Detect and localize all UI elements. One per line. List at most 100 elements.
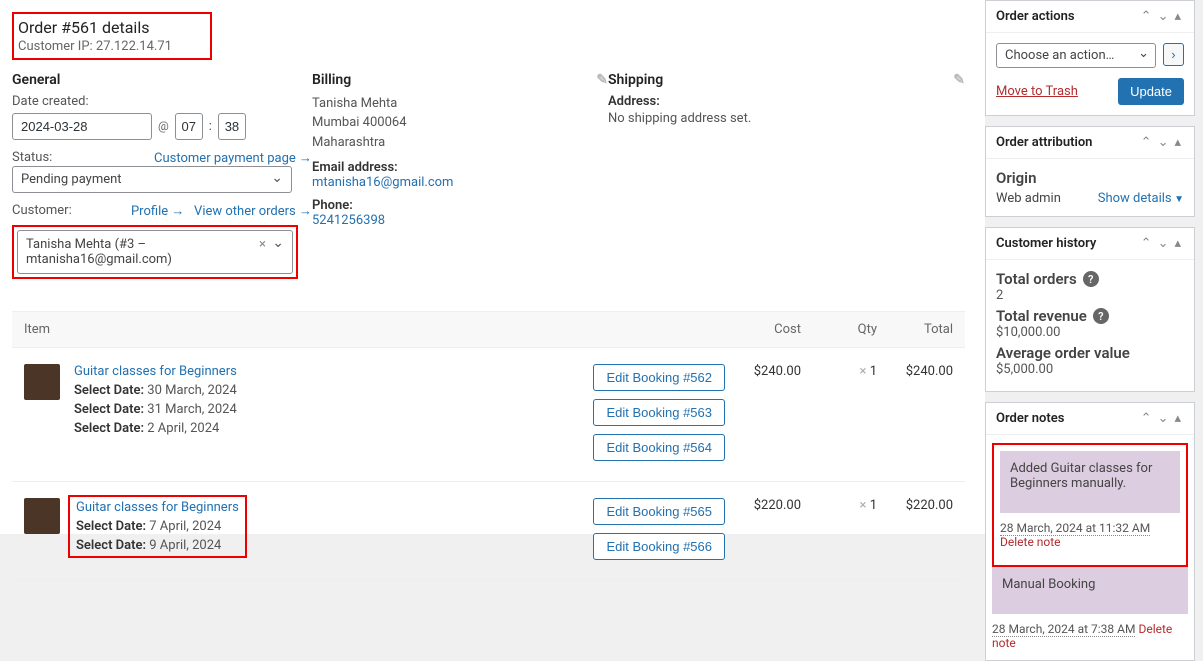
shipping-heading: Shipping (608, 72, 663, 88)
col-total: Total (877, 322, 953, 337)
edit-booking-button[interactable]: Edit Booking #563 (593, 399, 725, 426)
edit-booking-button[interactable]: Edit Booking #564 (593, 434, 725, 461)
revenue-label: Total revenue (996, 307, 1087, 325)
order-note: Manual Booking (992, 567, 1188, 614)
panel-toggle-icon[interactable]: ▴ (1171, 411, 1184, 426)
order-actions-panel: Order actions ⌃⌄▴ Choose an action… › Mo… (985, 0, 1195, 116)
shipping-addr-label: Address: (608, 94, 965, 109)
help-icon[interactable]: ? (1083, 271, 1099, 287)
order-note: Added Guitar classes for Beginners manua… (1000, 451, 1180, 513)
billing-heading: Billing (312, 72, 351, 88)
move-to-trash-link[interactable]: Move to Trash (996, 84, 1078, 99)
delete-note-link[interactable]: Delete note (1000, 535, 1061, 549)
item-cost: $240.00 (725, 364, 801, 379)
at-symbol: @ (158, 119, 169, 133)
attribution-panel: Order attribution ⌃⌄▴ Origin Web admin S… (985, 126, 1195, 217)
note-timestamp: 28 March, 2024 at 7:38 AM (992, 622, 1135, 637)
items-header: Item Cost Qty Total (12, 311, 965, 348)
panel-down-icon[interactable]: ⌄ (1155, 135, 1172, 150)
cost-cells: $240.00 × 1 $240.00 (725, 364, 953, 379)
attribution-title: Order attribution (996, 135, 1092, 150)
product-link[interactable]: Guitar classes for Beginners (76, 500, 239, 515)
panel-toggle-icon[interactable]: ▴ (1171, 135, 1184, 150)
booking-buttons: Edit Booking #565 Edit Booking #566 (593, 498, 725, 560)
avg-label: Average order value (996, 344, 1130, 362)
panel-up-icon[interactable]: ⌃ (1138, 135, 1155, 150)
panel-toggle-icon[interactable]: ▴ (1171, 236, 1184, 251)
billing-name: Tanisha Mehta (312, 94, 608, 114)
billing-email[interactable]: mtanisha16@gmail.com (312, 175, 453, 190)
panel-up-icon[interactable]: ⌃ (1138, 411, 1155, 426)
update-button[interactable]: Update (1118, 78, 1184, 105)
col-cost: Cost (725, 322, 801, 337)
sidebar: Order actions ⌃⌄▴ Choose an action… › Mo… (985, 0, 1203, 534)
detail-columns: General Date created: @ : Status: Custom… (12, 72, 965, 289)
order-title: Order #561 details (18, 18, 172, 39)
edit-shipping-icon[interactable]: ✎ (953, 72, 965, 88)
show-details-link[interactable]: Show details (1098, 191, 1184, 206)
edit-booking-button[interactable]: Edit Booking #562 (593, 364, 725, 391)
order-actions-title: Order actions (996, 9, 1075, 24)
date-meta: Select Date: 9 April, 2024 (76, 538, 239, 553)
item-info: Guitar classes for Beginners Select Date:… (74, 364, 593, 436)
billing-addr1: Mumbai 400064 (312, 113, 608, 133)
panel-down-icon[interactable]: ⌄ (1155, 9, 1172, 24)
billing-column: Billing✎ Tanisha Mehta Mumbai 400064 Mah… (312, 72, 608, 289)
booking-buttons: Edit Booking #562 Edit Booking #563 Edit B… (593, 364, 725, 461)
origin-label: Origin (996, 169, 1184, 187)
orders-value: 2 (996, 288, 1184, 303)
col-item: Item (24, 322, 725, 337)
orders-label: Total orders (996, 270, 1077, 288)
date-row: @ : (12, 113, 312, 140)
billing-phone[interactable]: 5241256398 (312, 213, 385, 228)
panel-up-icon[interactable]: ⌃ (1138, 9, 1155, 24)
edit-booking-button[interactable]: Edit Booking #566 (593, 533, 725, 560)
help-icon[interactable]: ? (1093, 308, 1109, 324)
item-total: $240.00 (877, 364, 953, 379)
status-label: Status: (12, 150, 52, 165)
date-meta: Select Date: 30 March, 2024 (74, 383, 593, 398)
avg-value: $5,000.00 (996, 362, 1184, 377)
email-label: Email address: (312, 160, 608, 175)
view-orders-link[interactable]: View other orders → (194, 204, 312, 219)
customer-ip: Customer IP: 27.122.14.71 (18, 39, 172, 54)
notes-panel: Order notes ⌃⌄▴ Added Guitar classes for… (985, 402, 1195, 661)
history-title: Customer history (996, 236, 1096, 251)
order-title-box: Order #561 details Customer IP: 27.122.1… (12, 12, 212, 60)
edit-billing-icon[interactable]: ✎ (596, 72, 608, 88)
shipping-none: No shipping address set. (608, 109, 965, 129)
hour-input[interactable] (175, 113, 203, 140)
customer-payment-link[interactable]: Customer payment page → (154, 150, 312, 166)
line-item: Guitar classes for Beginners Select Date:… (12, 348, 965, 482)
clear-customer-icon[interactable]: × (259, 237, 266, 252)
date-meta: Select Date: 7 April, 2024 (76, 519, 239, 534)
minute-input[interactable] (218, 113, 246, 140)
date-meta: Select Date: 2 April, 2024 (74, 421, 593, 436)
cost-cells: $220.00 × 1 $220.00 (725, 498, 953, 513)
product-thumb (24, 364, 60, 400)
customer-select[interactable]: Tanisha Mehta (#3 – mtanisha16@gmail.com… (17, 230, 293, 274)
panel-up-icon[interactable]: ⌃ (1138, 236, 1155, 251)
panel-down-icon[interactable]: ⌄ (1155, 236, 1172, 251)
customer-select-box: Tanisha Mehta (#3 – mtanisha16@gmail.com… (12, 225, 298, 279)
action-select[interactable]: Choose an action… (996, 43, 1156, 68)
product-thumb (24, 498, 60, 534)
history-panel: Customer history ⌃⌄▴ Total orders? 2 Tot… (985, 227, 1195, 392)
date-input[interactable] (12, 113, 152, 140)
shipping-column: Shipping ✎ Address: No shipping address s… (608, 72, 965, 289)
general-heading: General (12, 72, 312, 88)
product-link[interactable]: Guitar classes for Beginners (74, 364, 237, 379)
customer-label: Customer: (12, 203, 72, 218)
status-select[interactable]: Pending payment (12, 166, 292, 193)
edit-booking-button[interactable]: Edit Booking #565 (593, 498, 725, 525)
date-meta: Select Date: 31 March, 2024 (74, 402, 593, 417)
profile-link[interactable]: Profile → (131, 204, 184, 219)
general-column: General Date created: @ : Status: Custom… (12, 72, 312, 289)
phone-label: Phone: (312, 198, 608, 213)
panel-down-icon[interactable]: ⌄ (1155, 411, 1172, 426)
go-button[interactable]: › (1163, 43, 1183, 66)
panel-toggle-icon[interactable]: ▴ (1171, 9, 1184, 24)
item-qty: × 1 (801, 364, 877, 379)
note-meta: 28 March, 2024 at 7:38 AM Delete note (992, 622, 1188, 650)
revenue-value: $10,000.00 (996, 325, 1184, 340)
